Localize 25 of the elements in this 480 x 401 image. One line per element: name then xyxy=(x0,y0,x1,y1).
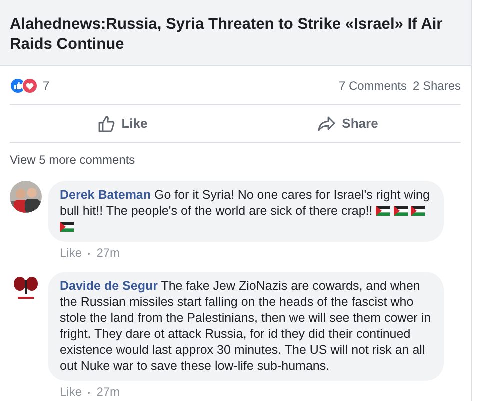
comment-like-link[interactable]: Like xyxy=(60,385,82,399)
comment-time[interactable]: 27m xyxy=(96,385,120,399)
author-link[interactable]: Derek Bateman xyxy=(60,188,152,202)
comment-like-link[interactable]: Like xyxy=(60,246,82,260)
comment-time[interactable]: 27m xyxy=(96,246,120,260)
share-button[interactable]: Share xyxy=(236,105,461,142)
flag-icon xyxy=(60,222,74,232)
reaction-count[interactable]: 7 xyxy=(43,79,50,93)
link-title: Alahednews:Russia, Syria Threaten to Strike «Israel» If Air Raids Continue xyxy=(10,15,444,55)
separator-dot xyxy=(88,392,90,394)
thumbs-up-icon xyxy=(98,114,116,132)
shares-count[interactable]: 2 Shares xyxy=(412,79,461,93)
author-link[interactable]: Davide de Segur xyxy=(60,279,158,293)
comment-text: Davide de Segur The fake Jew ZioNazis are cowards, and when the Russian missiles start falling on the heads of the fascist who stole the land from the Palestinians, then we will see them cower in fright. They dare ot attack Russia, for id they did their continued existence would last approx 30 minutes. The US will not risk an all out Nuke war to save these low-life sub-humans. xyxy=(60,278,432,374)
view-more-comments-link[interactable]: View 5 more comments xyxy=(10,153,136,167)
like-love-reactions-icon xyxy=(10,78,40,94)
comments-count[interactable]: 7 Comments xyxy=(338,79,407,93)
separator-dot xyxy=(88,252,90,255)
link-preview-card[interactable]: Alahednews:Russia, Syria Threaten to Strike «Israel» If Air Raids Continue xyxy=(0,0,471,66)
comment-text: Derek Bateman Go for it Syria! No one cares for Israel's right wing bull hit!! The people's of the world are sick of there crap!! xyxy=(60,187,432,235)
flag-icon xyxy=(394,206,408,216)
flag-icon xyxy=(376,206,390,216)
flag-icon xyxy=(411,206,426,216)
like-button[interactable]: Like xyxy=(10,105,236,142)
share-arrow-icon xyxy=(318,116,336,132)
